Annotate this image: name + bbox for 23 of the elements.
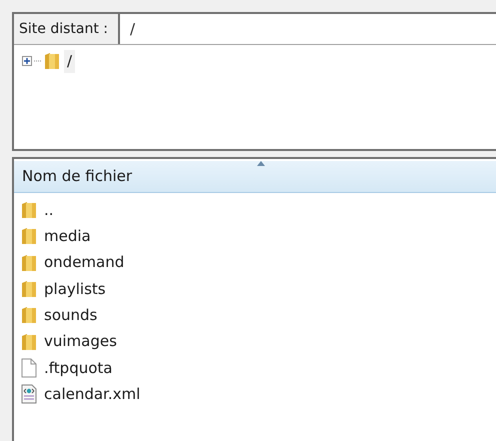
file-name[interactable]: playlists: [44, 278, 106, 300]
tree-item[interactable]: /: [64, 50, 76, 72]
column-header[interactable]: Nom de fichier: [14, 161, 496, 193]
path-field[interactable]: /: [120, 14, 496, 44]
file-name[interactable]: ..: [44, 198, 54, 222]
folder-icon: [21, 227, 37, 246]
field-label: Site distant :: [14, 14, 120, 44]
file-name[interactable]: .ftpquota: [44, 356, 112, 380]
file-name[interactable]: media: [44, 225, 91, 248]
folder-icon: [21, 332, 37, 351]
folder-icon: [21, 201, 37, 220]
tree-connector: [34, 60, 42, 62]
folder-icon: [21, 280, 37, 298]
expand-icon[interactable]: [22, 56, 32, 66]
document-icon: [21, 358, 37, 378]
file-name[interactable]: ondemand: [44, 251, 124, 274]
file-name[interactable]: calendar.xml: [44, 382, 140, 406]
folder-icon: [44, 52, 60, 70]
xml-file-icon: [21, 384, 37, 404]
file-name[interactable]: sounds: [44, 304, 98, 327]
folder-icon: [21, 306, 37, 324]
folder-icon: [21, 254, 37, 272]
file-name[interactable]: vuimages: [44, 330, 117, 353]
